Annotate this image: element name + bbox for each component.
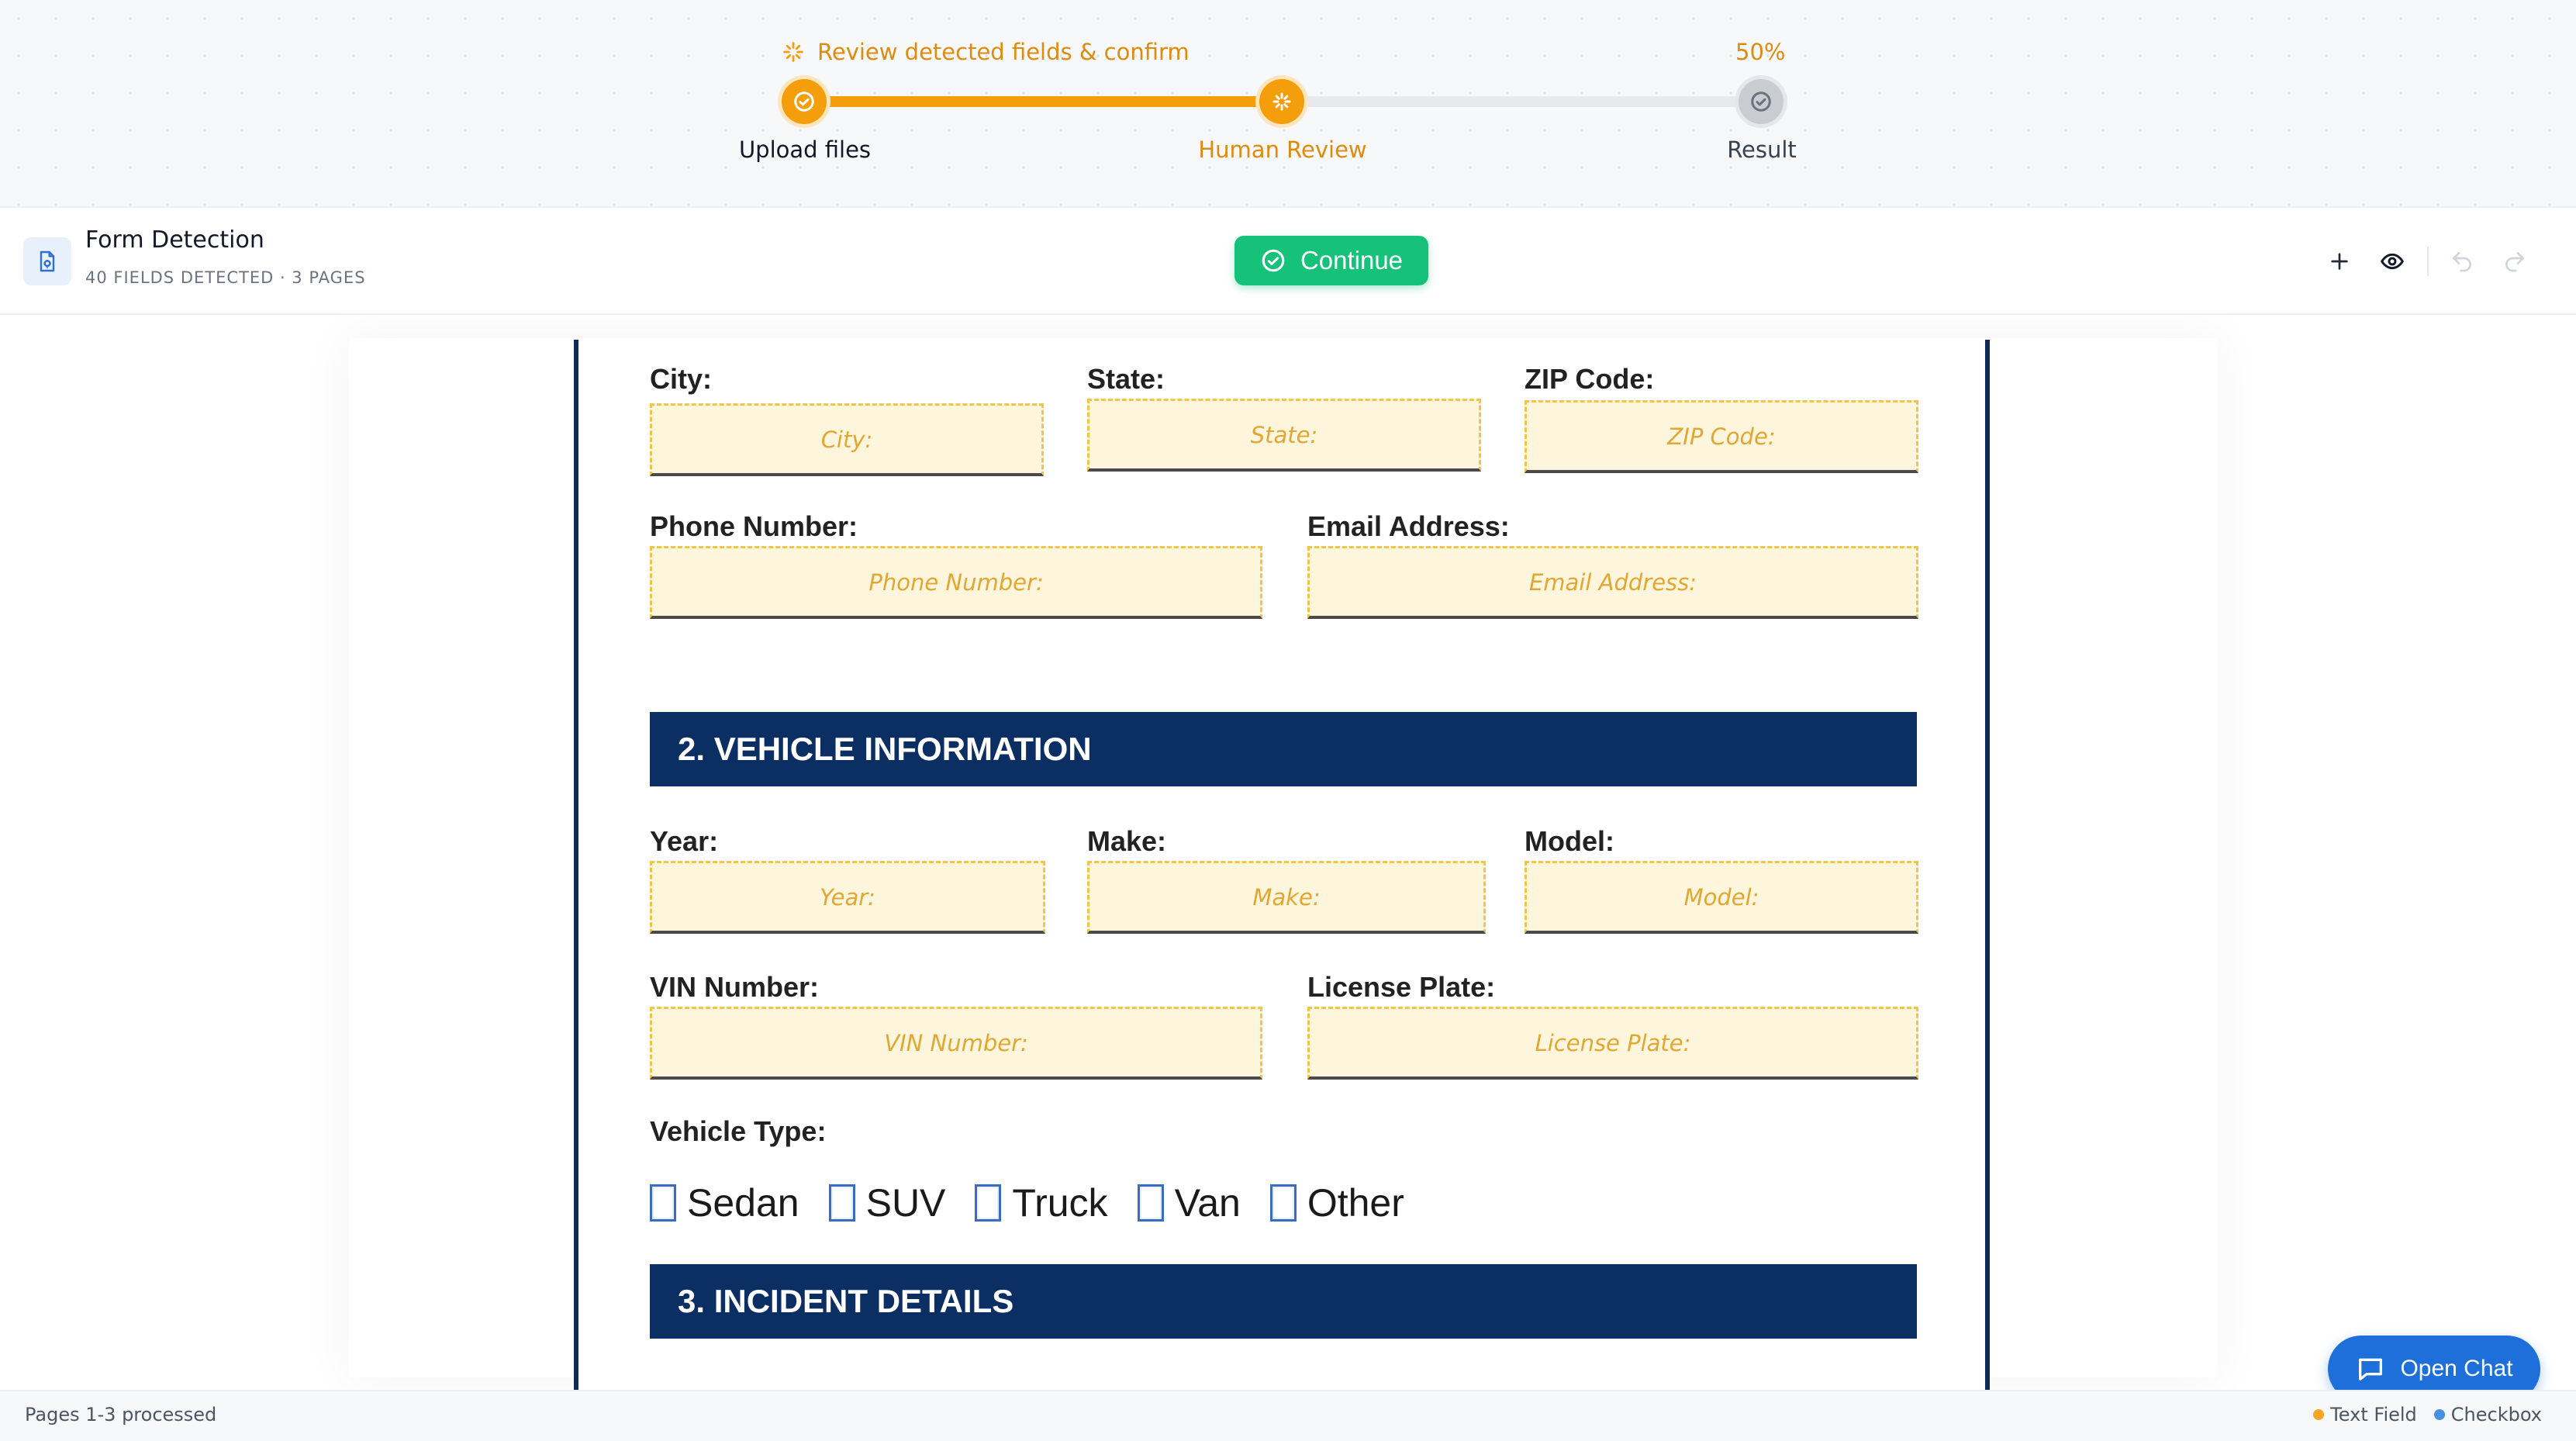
form-page: City: City: State: State: ZIP Code: ZIP …	[574, 340, 1990, 1390]
field-model[interactable]: Model:	[1525, 861, 1918, 934]
field-vin[interactable]: VIN Number:	[650, 1007, 1262, 1080]
progress-header: Review detected fields & confirm 50% Upl…	[0, 0, 2576, 208]
check-circle-icon	[794, 92, 814, 112]
field-label-model: Model:	[1525, 825, 1614, 857]
legend-label-checkbox: Checkbox	[2450, 1404, 2542, 1425]
continue-button-label: Continue	[1300, 246, 1404, 275]
checkbox-label-suv: SUV	[865, 1181, 946, 1225]
document-icon	[23, 237, 71, 285]
section-header-incident: 3. INCIDENT DETAILS	[650, 1264, 1917, 1339]
progress-caption-text: Review detected fields & confirm	[817, 39, 1190, 65]
checkbox-item-suv[interactable]: SUV	[828, 1180, 946, 1225]
field-label-vin: VIN Number:	[650, 971, 820, 1003]
checkbox-suv[interactable]	[828, 1184, 855, 1222]
field-label-year: Year:	[650, 825, 719, 857]
checkbox-item-sedan[interactable]: Sedan	[650, 1180, 799, 1225]
field-city[interactable]: City:	[650, 403, 1044, 476]
checkbox-van[interactable]	[1137, 1184, 1164, 1222]
field-label-make: Make:	[1087, 825, 1167, 857]
legend-dot-checkbox	[2433, 1409, 2445, 1420]
checkbox-item-truck[interactable]: Truck	[975, 1180, 1108, 1225]
sparkle-icon	[1272, 92, 1291, 111]
status-bar: Pages 1-3 processed Text Field Checkbox	[0, 1390, 2576, 1441]
checkbox-label-other: Other	[1307, 1181, 1404, 1225]
sparkle-icon	[783, 42, 803, 62]
progress-percent: 50%	[1735, 39, 1786, 65]
field-phone[interactable]: Phone Number:	[650, 546, 1262, 619]
field-email[interactable]: Email Address:	[1307, 546, 1918, 619]
document-toolbar: Form Detection 40 FIELDS DETECTED · 3 PA…	[0, 208, 2576, 315]
field-label-city: City:	[650, 363, 712, 395]
plus-icon[interactable]	[2325, 247, 2354, 276]
field-year[interactable]: Year:	[650, 861, 1045, 934]
step-label-review: Human Review	[1198, 136, 1367, 163]
step-label-result: Result	[1727, 136, 1797, 163]
field-label-license-plate: License Plate:	[1307, 971, 1496, 1003]
field-license-plate[interactable]: License Plate:	[1307, 1007, 1918, 1080]
field-label-vehicle-type: Vehicle Type:	[650, 1115, 827, 1147]
checkbox-other[interactable]	[1269, 1184, 1297, 1222]
eye-icon[interactable]	[2377, 247, 2407, 276]
checkbox-label-truck: Truck	[1012, 1181, 1108, 1225]
step-label-upload: Upload files	[738, 136, 872, 163]
field-state[interactable]: State:	[1087, 399, 1481, 472]
checkbox-label-van: Van	[1174, 1181, 1241, 1225]
checkbox-sedan[interactable]	[650, 1184, 676, 1222]
checkbox-label-sedan: Sedan	[687, 1181, 799, 1225]
step-node-result[interactable]	[1739, 79, 1784, 124]
checkbox-truck[interactable]	[975, 1184, 1002, 1222]
chat-bubble-icon	[2359, 1358, 2383, 1381]
check-circle-icon	[1751, 92, 1771, 112]
document-subtitle: 40 FIELDS DETECTED · 3 PAGES	[85, 268, 366, 287]
continue-button[interactable]: Continue	[1234, 236, 1428, 285]
legend-dot-text-field	[2313, 1409, 2325, 1420]
open-chat-label: Open Chat	[2400, 1356, 2513, 1381]
field-label-zip: ZIP Code:	[1525, 363, 1655, 395]
checkbox-item-other[interactable]: Other	[1269, 1180, 1404, 1225]
checkbox-item-van[interactable]: Van	[1137, 1180, 1241, 1225]
check-circle-icon	[1262, 249, 1285, 272]
document-title: Form Detection	[85, 226, 264, 254]
field-label-phone: Phone Number:	[650, 510, 858, 542]
field-zip[interactable]: ZIP Code:	[1525, 400, 1918, 473]
section-header-vehicle: 2. VEHICLE INFORMATION	[650, 712, 1917, 786]
legend-item-text-field: Text Field	[2313, 1404, 2417, 1425]
step-node-review[interactable]	[1259, 79, 1304, 124]
legend-label-text-field: Text Field	[2330, 1404, 2417, 1425]
field-label-email: Email Address:	[1307, 510, 1510, 542]
vehicle-type-group: Sedan SUV Truck Van Other	[650, 1180, 1434, 1225]
progress-caption: Review detected fields & confirm	[780, 39, 1190, 65]
status-text: Pages 1-3 processed	[25, 1404, 217, 1425]
field-label-state: State:	[1087, 363, 1165, 395]
undo-icon[interactable]	[2447, 247, 2477, 276]
field-make[interactable]: Make:	[1087, 861, 1486, 934]
field-legend: Text Field Checkbox	[2313, 1404, 2542, 1425]
progress-track-fill	[803, 96, 1283, 107]
toolbar-divider	[2427, 247, 2429, 276]
legend-item-checkbox: Checkbox	[2433, 1404, 2542, 1425]
step-node-upload[interactable]	[782, 79, 827, 124]
redo-icon[interactable]	[2500, 247, 2529, 276]
document-canvas[interactable]: City: City: State: State: ZIP Code: ZIP …	[0, 315, 2576, 1390]
